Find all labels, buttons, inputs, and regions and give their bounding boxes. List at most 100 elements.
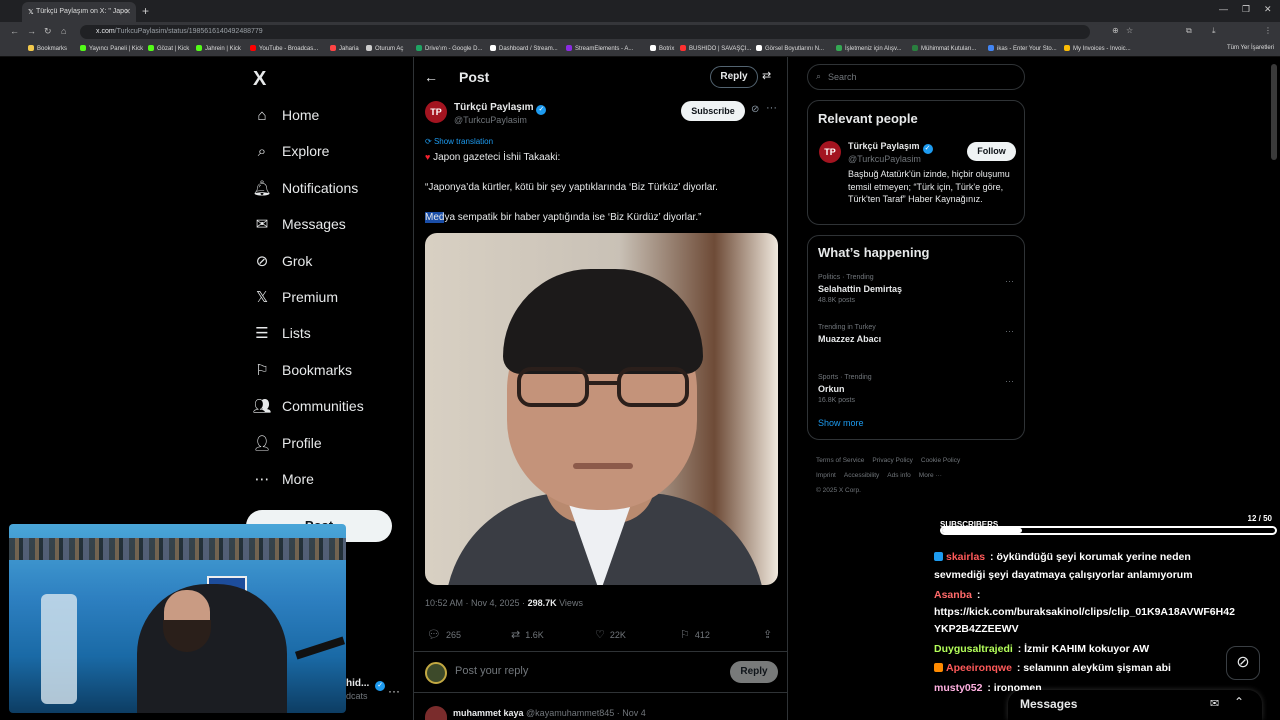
trend-item[interactable]: Sports · Trending Orkun 16.8K posts ···	[818, 374, 1014, 404]
footer-link[interactable]: More ···	[919, 472, 942, 479]
header-reply-button[interactable]: Reply	[710, 66, 758, 88]
bookmark-item[interactable]: My Invoices - Invoic...	[1064, 45, 1131, 52]
nav-item-grok[interactable]: ⊘ Grok	[252, 246, 313, 276]
search-icon: ⌕	[257, 142, 267, 160]
author-name[interactable]: Türkçü Paylaşım ✓	[454, 102, 547, 115]
footer-link[interactable]: Privacy Policy	[872, 457, 912, 464]
back-arrow-icon[interactable]: ←	[424, 69, 438, 85]
nav-item-label: Bookmarks	[282, 361, 353, 378]
home-browser-icon[interactable]: ⌂	[61, 26, 66, 36]
bookmark-item[interactable]: Görsel Boyutlarını N...	[756, 45, 824, 52]
forward-icon[interactable]: →	[27, 26, 36, 36]
search-input[interactable]: ⌕ Search	[807, 64, 1025, 90]
subscribe-button[interactable]: Subscribe	[681, 101, 745, 121]
show-more-link[interactable]: Show more	[818, 418, 864, 428]
list-icon: ☰	[255, 325, 269, 343]
nav-item-premium[interactable]: 𝕏 Premium	[252, 282, 338, 312]
nav-item-communities[interactable]: 👥︎ Communities	[252, 391, 363, 421]
bookmark-item[interactable]: Yayıncı Paneli | Kick	[80, 45, 143, 52]
account-switcher[interactable]: hid... ✓ dcats	[346, 678, 386, 701]
like-action[interactable]: ♡ 22K	[595, 628, 626, 641]
relevant-avatar[interactable]: TP	[819, 141, 841, 163]
nav-item-more[interactable]: ⋯ More	[252, 464, 314, 494]
trend-more-icon[interactable]: ···	[1005, 376, 1014, 386]
new-tab-icon[interactable]: +	[142, 4, 149, 18]
bookmark-favicon-icon	[988, 45, 994, 51]
trend-more-icon[interactable]: ···	[1005, 326, 1014, 336]
menu-icon[interactable]: ⋮	[1264, 26, 1272, 35]
zoom-icon[interactable]: ⊕	[1112, 26, 1119, 35]
nav-item-explore[interactable]: ⌕ Explore	[252, 136, 330, 166]
reply-submit-button[interactable]: Reply	[730, 661, 778, 683]
maximize-icon[interactable]: ❐	[1242, 4, 1250, 15]
all-bookmarks[interactable]: Tüm Yer İşaretleri	[1227, 45, 1274, 51]
trend-more-icon[interactable]: ···	[1005, 276, 1014, 286]
bookmark-item[interactable]: Bookmarks	[28, 45, 67, 52]
trend-item[interactable]: Trending in Turkey Muazzez Abacı ···	[818, 324, 1014, 347]
bookmark-item[interactable]: Oturum Aç	[366, 45, 403, 52]
follow-button[interactable]: Follow	[967, 142, 1016, 161]
grok-icon[interactable]: ⊘	[751, 104, 759, 115]
bookmark-item[interactable]: Drive'ım - Google D...	[416, 45, 483, 52]
nav-item-home[interactable]: ⌂ Home	[252, 100, 319, 130]
bookmark-item[interactable]: Jaharia	[330, 45, 359, 52]
chat-text: https://kick.com/buraksakinol/clips/clip…	[934, 606, 1235, 618]
adjust-icon[interactable]: ⇄	[762, 69, 771, 82]
address-bar[interactable]: x.com/TurkcuPaylasim/status/198561614049…	[80, 25, 1090, 39]
author-avatar[interactable]: TP	[425, 101, 447, 123]
nav-item-messages[interactable]: ✉ Messages	[252, 209, 346, 239]
repost-action[interactable]: ⇄ 1.6K	[511, 628, 544, 641]
close-tab-icon[interactable]: ✕	[124, 7, 131, 16]
bookmark-item[interactable]: Mühimmat Kutuları...	[912, 45, 976, 52]
share-action[interactable]: ⇪	[763, 628, 777, 641]
bookmark-action[interactable]: ⚐ 412	[680, 628, 710, 641]
footer-link[interactable]: Imprint	[816, 472, 836, 479]
author-handle[interactable]: @TurkcuPaylasim	[454, 115, 527, 125]
back-icon[interactable]: ←	[10, 26, 19, 36]
star-icon[interactable]: ☆	[1126, 26, 1133, 35]
relevant-name[interactable]: Türkçü Paylaşım ✓	[848, 141, 933, 154]
reload-icon[interactable]: ↻	[44, 26, 52, 37]
bookmark-item[interactable]: Jahrein | Kick	[196, 45, 241, 52]
bookmark-item[interactable]: Dashboard / Stream...	[490, 45, 558, 52]
trend-title: Orkun	[818, 384, 845, 394]
bookmark-item[interactable]: StreamElements - A...	[566, 45, 633, 52]
minimize-icon[interactable]: —	[1219, 4, 1228, 14]
footer-link[interactable]: Ads info	[887, 472, 911, 479]
page-scrollbar[interactable]	[1271, 64, 1277, 160]
nav-item-lists[interactable]: ☰ Lists	[252, 318, 311, 348]
show-translation-link[interactable]: ⟳ Show translation	[425, 137, 493, 146]
trend-item[interactable]: Politics · Trending Selahattin Demirtaş 48…	[818, 274, 1014, 304]
relevant-handle[interactable]: @TurkcuPaylasim	[848, 154, 921, 164]
grok-float-button[interactable]: ⊘	[1226, 646, 1260, 680]
browser-toolbar: ← → ↻ ⌂ x.com/TurkcuPaylasim/status/1985…	[0, 22, 1280, 42]
footer-link[interactable]: Cookie Policy	[921, 457, 960, 464]
browser-tab[interactable]: 𝕏 Türkçü Paylaşım on X: " Japo ✕	[22, 2, 136, 22]
download-icon[interactable]: ⤓	[1212, 26, 1216, 36]
close-window-icon[interactable]: ✕	[1264, 4, 1272, 15]
extensions-icon[interactable]: ⧉	[1186, 26, 1192, 36]
bookmark-item[interactable]: İşletmeniz için Alışv...	[836, 45, 902, 52]
footer-link[interactable]: Accessibility	[844, 472, 879, 479]
expand-icon[interactable]: ⌃	[1234, 695, 1244, 709]
nav-item-bookmarks[interactable]: ⚐ Bookmarks	[252, 355, 352, 385]
nav-item-notifications[interactable]: 🔔︎ Notifications	[252, 173, 358, 203]
footer-link[interactable]: Terms of Service	[816, 457, 864, 464]
reply-input[interactable]: Post your reply	[455, 665, 528, 677]
x-logo-icon[interactable]: X	[253, 68, 266, 91]
messages-drawer[interactable]: Messages ✉ ⌃	[1008, 690, 1262, 720]
bookmark-favicon-icon	[330, 45, 336, 51]
bookmark-item[interactable]: Gözat | Kick	[148, 45, 189, 52]
post-image[interactable]	[425, 233, 778, 585]
bookmark-item[interactable]: BUSHIDO | SAVAŞÇI...	[680, 45, 751, 52]
bookmark-item[interactable]: YouTube - Broadcas...	[250, 45, 318, 52]
nav-item-profile[interactable]: 👤︎ Profile	[252, 428, 321, 458]
bookmark-item[interactable]: ikas - Enter Your Sto...	[988, 45, 1057, 52]
bookmark-label: Gözat | Kick	[157, 46, 190, 52]
bookmark-item[interactable]: Botrix	[650, 45, 674, 52]
next-reply[interactable]: muhammet kaya @kayamuhammet845 · Nov 4	[425, 706, 646, 720]
reply-action[interactable]: 💬︎ 265	[427, 628, 461, 641]
more-icon[interactable]: ···	[766, 102, 777, 114]
new-message-icon[interactable]: ✉	[1210, 697, 1219, 710]
account-more-icon[interactable]: ···	[388, 684, 400, 698]
